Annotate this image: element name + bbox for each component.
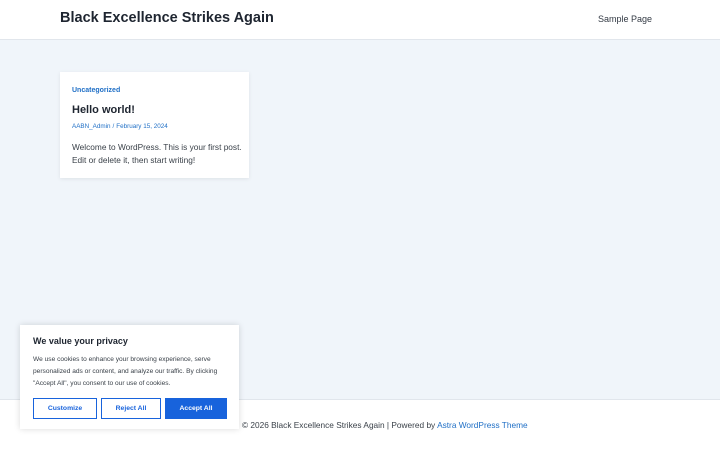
cookie-description: We use cookies to enhance your browsing … [33,356,218,387]
post-meta: AABN_Admin / February 15, 2024 [72,123,168,130]
nav-item-sample-page[interactable]: Sample Page [598,14,652,24]
reject-all-button[interactable]: Reject All [101,398,161,419]
post-card: Uncategorized Hello world! AABN_Admin / Fe… [60,72,249,178]
site-header: Black Excellence Strikes Again Sample Pa… [0,0,720,40]
site-title[interactable]: Black Excellence Strikes Again [60,10,274,26]
post-excerpt: Welcome to WordPress. This is your first… [72,142,242,165]
footer-copyright-text: © 2026 Black Excellence Strikes Again | … [242,420,438,430]
post-category-link[interactable]: Uncategorized [72,87,120,94]
footer-theme-link[interactable]: Astra WordPress Theme [437,420,528,430]
post-title-link[interactable]: Hello world! [72,104,135,116]
post-meta-separator: / [112,123,115,130]
cookie-title: We value your privacy [33,336,128,346]
footer-copyright: © 2026 Black Excellence Strikes Again | … [242,420,528,430]
post-date: February 15, 2024 [116,123,168,130]
customize-button[interactable]: Customize [33,398,97,419]
accept-all-button[interactable]: Accept All [165,398,227,419]
cookie-consent-banner: We value your privacy We use cookies to … [20,325,239,429]
post-author-link[interactable]: AABN_Admin [72,123,111,130]
